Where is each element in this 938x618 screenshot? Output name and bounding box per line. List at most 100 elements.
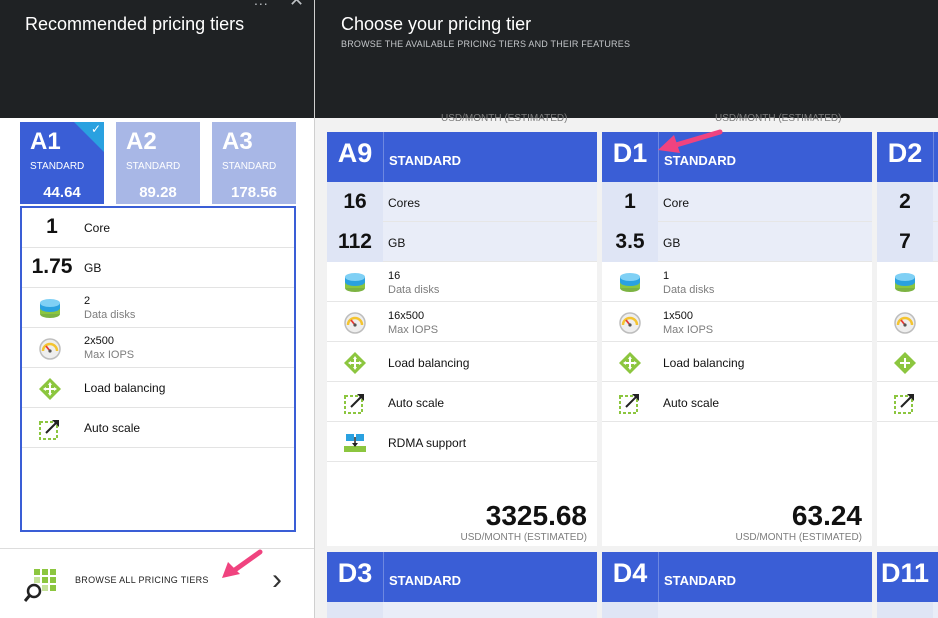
right-blade-subtitle: BROWSE THE AVAILABLE PRICING TIERS AND T… — [341, 39, 631, 49]
feature-max-iops: 2x500 Max IOPS — [22, 328, 294, 368]
left-blade-header: Recommended pricing tiers ... ✕ — [0, 0, 314, 118]
feature-cores: 16 Cores — [327, 182, 597, 222]
value-cell — [877, 602, 933, 618]
disks-label: Data disks — [663, 284, 715, 296]
memory-value: 112 — [338, 230, 372, 253]
tier-label: STANDARD — [126, 161, 181, 172]
data-disks-text: 2 Data disks — [84, 294, 135, 322]
iops-label: Max IOPS — [84, 349, 135, 361]
tier-label: STANDARD — [222, 161, 277, 172]
feature-cores — [327, 602, 597, 618]
feature-max-iops: 16x500 Max IOPS — [327, 302, 597, 342]
cores-label: Cores — [388, 196, 421, 210]
tier-card-a3[interactable]: A3 STANDARD 178.56 — [212, 122, 296, 204]
value-cell — [327, 602, 383, 618]
tier-label: STANDARD — [664, 573, 736, 588]
more-options-icon[interactable]: ... — [254, 0, 269, 8]
gauge-icon — [38, 338, 62, 360]
tier-price: 44.64 — [43, 184, 81, 201]
disk-icon — [343, 272, 367, 294]
tier-code: A1 — [30, 128, 61, 155]
annotation-arrow-d1 — [658, 129, 723, 153]
browse-all-label: BROWSE ALL PRICING TIERS — [75, 575, 209, 585]
cores-value: 1 — [46, 215, 58, 238]
value-cell — [602, 602, 658, 618]
cores-value: 2 — [899, 190, 911, 213]
max-iops-text: 1x500 Max IOPS — [663, 309, 713, 337]
disks-value: 2 — [84, 295, 91, 307]
card-header: D3 STANDARD — [327, 552, 597, 602]
feature-data-disks — [877, 262, 938, 302]
tier-card-a1[interactable]: A1 STANDARD 44.64 ✓ — [20, 122, 104, 204]
header-divider — [658, 552, 659, 602]
memory-value: 7 — [899, 230, 911, 253]
disks-value: 1 — [663, 270, 670, 282]
tier-label: STANDARD — [389, 153, 461, 168]
feature-load-balancing: Load balancing — [327, 342, 597, 382]
tier-card-d2[interactable]: D2 2 7 — [877, 132, 938, 546]
tier-price: 3325.68 — [485, 500, 587, 531]
tier-card-d3[interactable]: D3 STANDARD — [327, 552, 597, 618]
usd-month-label: USD/MONTH (ESTIMATED) — [735, 532, 862, 543]
iops-value: 2x500 — [84, 335, 114, 347]
feature-auto-scale — [877, 382, 938, 422]
gauge-icon — [618, 312, 642, 334]
memory-value: 3.5 — [615, 230, 645, 253]
cores-value: 16 — [343, 190, 367, 213]
memory-label: GB — [663, 236, 681, 250]
feature-cores: 1 Core — [22, 208, 294, 248]
tier-card-d1[interactable]: D1 STANDARD 1 Core 3.5 GB 1 Data disks 1x… — [602, 132, 872, 546]
iops-label: Max IOPS — [663, 324, 714, 336]
disks-label: Data disks — [388, 284, 440, 296]
auto-scale-icon — [618, 392, 642, 414]
card-header: D4 STANDARD — [602, 552, 872, 602]
feature-auto-scale: Auto scale — [602, 382, 872, 422]
feature-memory: 7 — [877, 222, 938, 262]
tier-label: STANDARD — [389, 573, 461, 588]
feature-memory: 112 GB — [327, 222, 597, 262]
disks-label: Data disks — [84, 309, 136, 321]
auto-scale-icon — [893, 392, 917, 414]
checkmark-icon: ✓ — [90, 122, 101, 136]
browse-all-pricing-tiers[interactable]: BROWSE ALL PRICING TIERS › — [0, 548, 314, 618]
memory-value: 1.75 — [31, 255, 73, 278]
tier-code: A9 — [337, 138, 373, 168]
memory-label: GB — [84, 261, 102, 275]
disk-icon — [38, 298, 62, 320]
memory-label: GB — [388, 236, 406, 250]
auto-scale-icon — [38, 418, 62, 440]
disks-value: 16 — [388, 270, 401, 282]
tier-price: 178.56 — [231, 184, 277, 201]
disk-icon — [893, 272, 917, 294]
tier-code: A2 — [126, 128, 157, 155]
card-header: D2 — [877, 132, 938, 182]
gauge-icon — [893, 312, 917, 334]
tier-price: 89.28 — [139, 184, 177, 201]
close-icon[interactable]: ✕ — [289, 0, 304, 11]
header-divider — [933, 132, 934, 182]
tier-card-a2[interactable]: A2 STANDARD 89.28 — [116, 122, 200, 204]
card-header: D1 STANDARD — [602, 132, 872, 182]
auto-scale-label: Auto scale — [663, 396, 720, 410]
load-balancing-icon — [893, 352, 917, 374]
feature-data-disks: 2 Data disks — [22, 288, 294, 328]
right-blade-title: Choose your pricing tier — [341, 14, 532, 34]
feature-load-balancing: Load balancing — [22, 368, 294, 408]
rdma-support-label: RDMA support — [388, 436, 467, 450]
feature-max-iops: 1x500 Max IOPS — [602, 302, 872, 342]
load-balancing-icon — [618, 352, 642, 374]
tier-card-d4[interactable]: D4 STANDARD — [602, 552, 872, 618]
card-header: A9 STANDARD — [327, 132, 597, 182]
tier-card-d11[interactable]: D11 — [877, 552, 938, 618]
disk-icon — [618, 272, 642, 294]
right-blade-header: Choose your pricing tier BROWSE THE AVAI… — [315, 0, 938, 118]
tier-card-a9[interactable]: A9 STANDARD 16 Cores 112 GB 16 Data disks… — [327, 132, 597, 546]
header-divider — [383, 552, 384, 602]
feature-rdma-support: RDMA support — [327, 422, 597, 462]
feature-memory: 3.5 GB — [602, 222, 872, 262]
left-blade-title: Recommended pricing tiers — [25, 14, 245, 34]
selected-tier-features: 1 Core 1.75 GB 2 Data disks 2x500 Max IOPS… — [20, 206, 296, 532]
max-iops-text: 16x500 Max IOPS — [388, 309, 438, 337]
choose-pricing-tier-blade: Choose your pricing tier BROWSE THE AVAI… — [314, 0, 938, 618]
rdma-icon — [343, 432, 367, 454]
